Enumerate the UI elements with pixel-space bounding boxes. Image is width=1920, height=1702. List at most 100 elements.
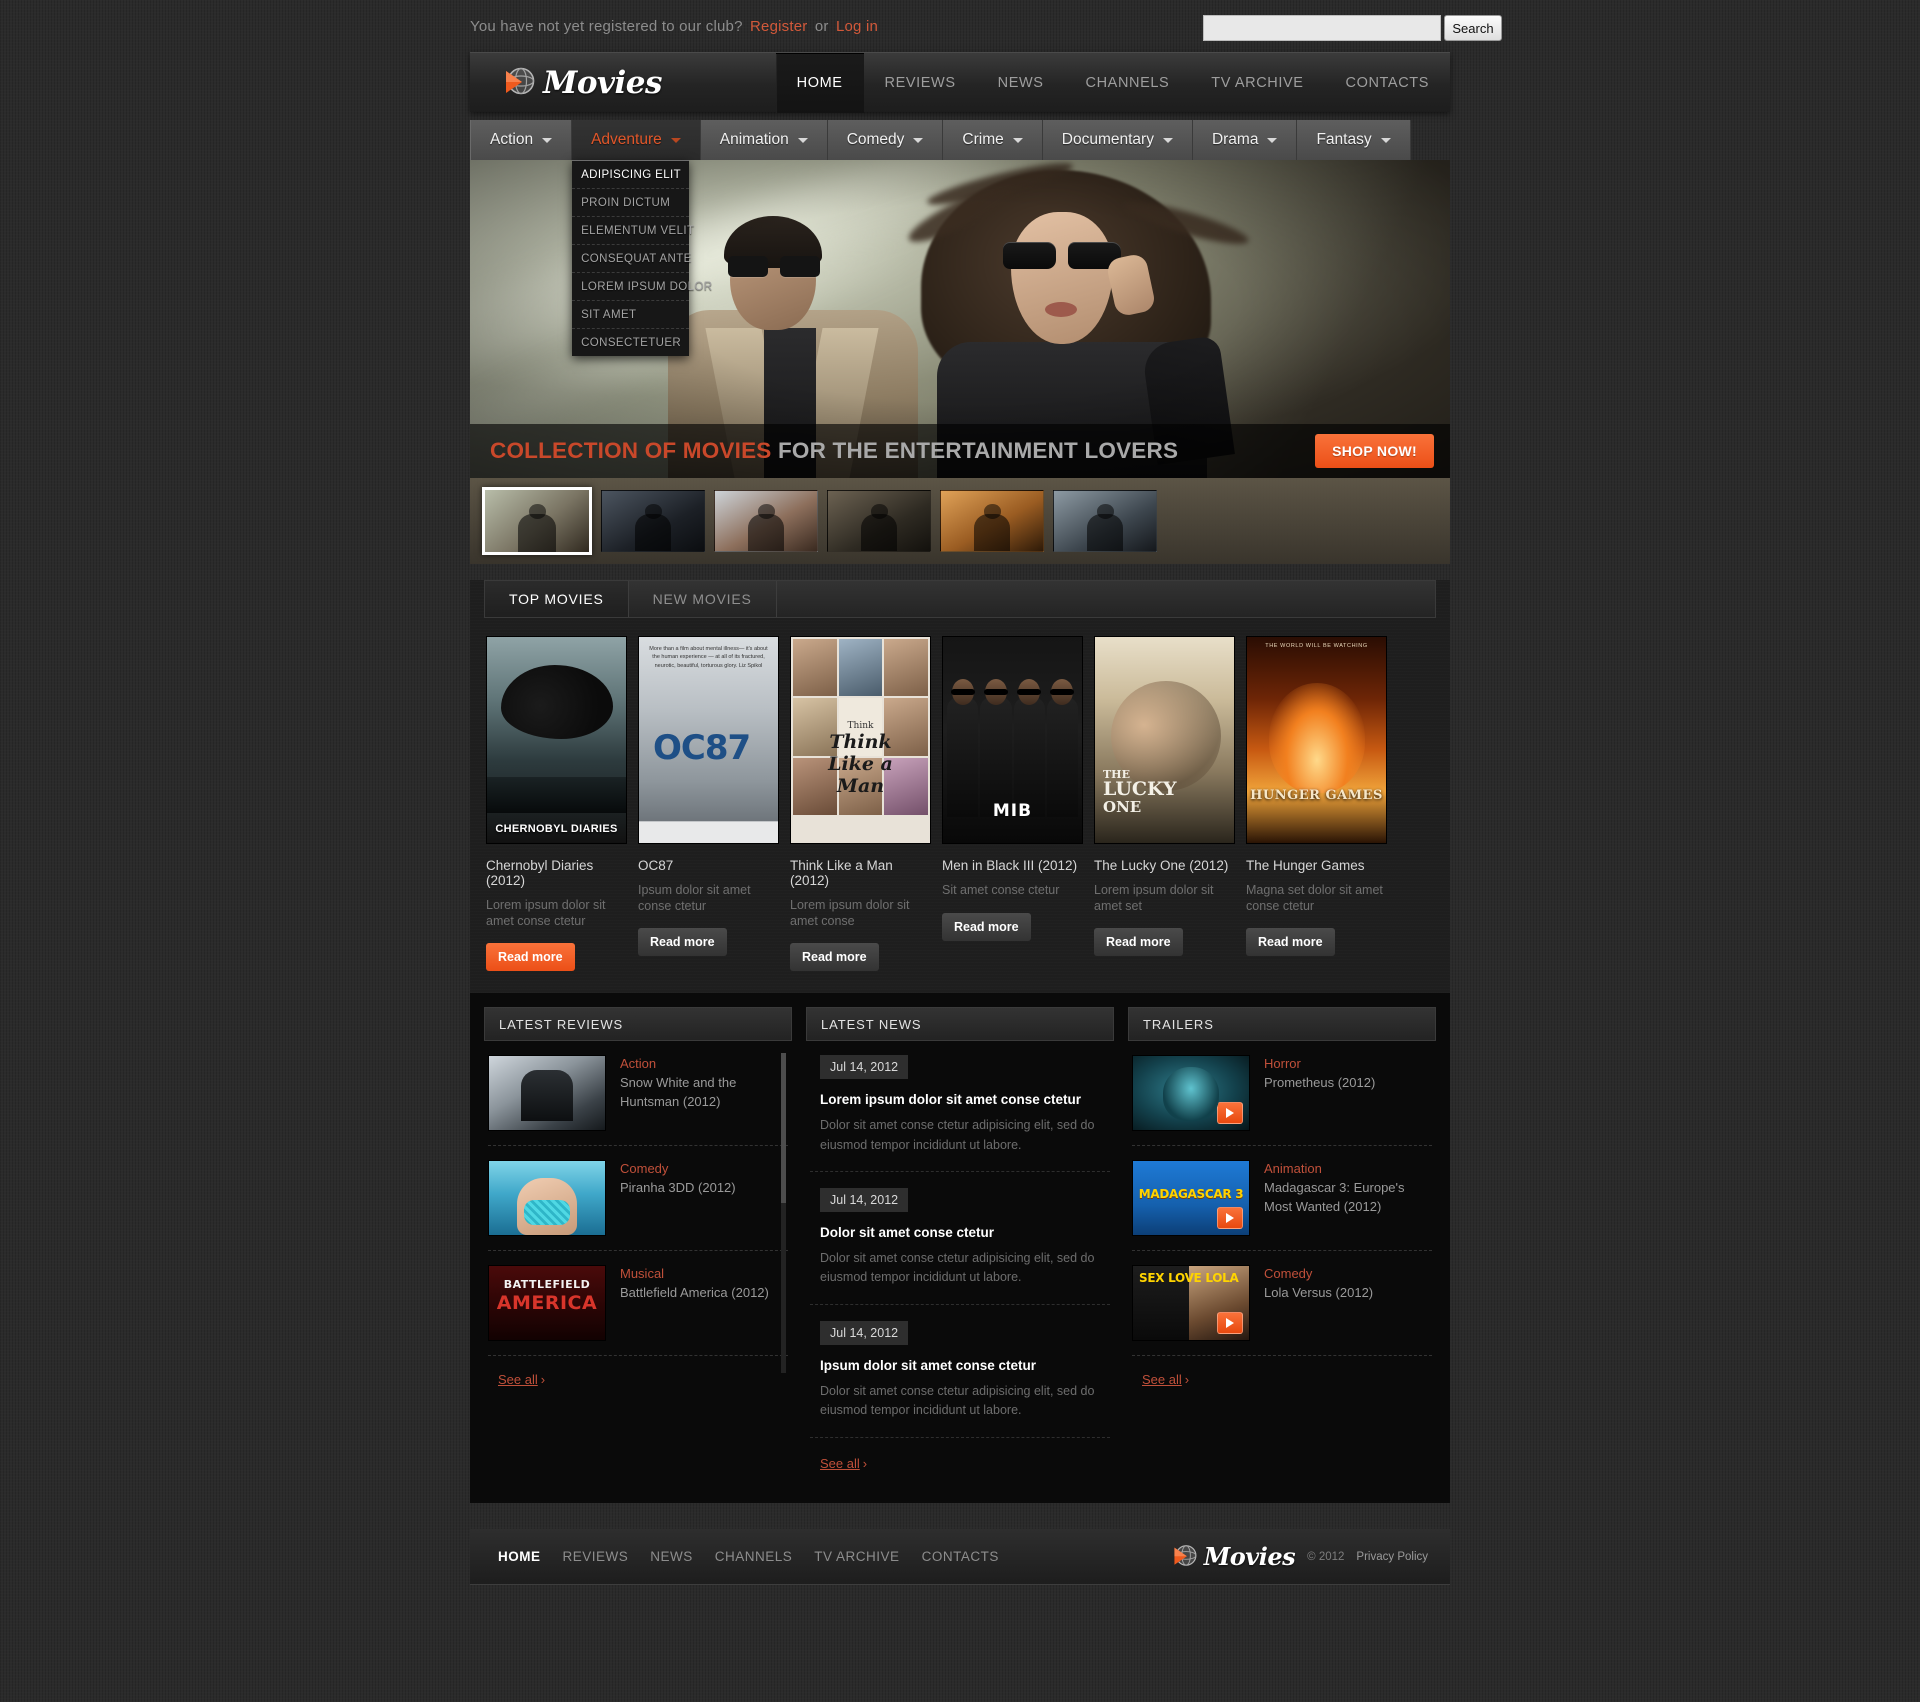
review-thumbnail[interactable]: BATTLEFIELD AMERICA [488,1265,606,1342]
dropdown-item-3[interactable]: CONSEQUAT ANTE [572,245,691,273]
review-meta: Action Snow White and the Huntsman (2012… [620,1055,788,1131]
read-more-button[interactable]: Read more [1094,928,1183,957]
nav-item-tv-archive[interactable]: TV ARCHIVE [1190,53,1324,113]
review-category[interactable]: Comedy [620,1160,736,1179]
review-category[interactable]: Musical [620,1265,769,1284]
genre-dropdown-adventure: ADIPISCING ELIT PROIN DICTUM ELEMENTUM V… [572,160,712,356]
privacy-policy-link[interactable]: Privacy Policy [1356,1551,1428,1563]
read-more-button[interactable]: Read more [638,928,727,957]
review-thumbnail[interactable] [488,1160,606,1237]
footer-nav-home[interactable]: HOME [498,1549,541,1564]
dropdown-item-5[interactable]: SIT AMET [572,301,690,329]
movie-poster[interactable]: More than a film about mental illness— i… [638,636,779,844]
dropdown-item-6[interactable]: CONSECTETUER [572,329,689,356]
login-link[interactable]: Log in [836,18,878,35]
genre-label: Animation [719,131,789,148]
register-link[interactable]: Register [750,18,807,35]
genre-tab-adventure[interactable]: Adventure ADIPISCING ELIT PROIN DICTUM E… [572,120,712,356]
nav-item-news[interactable]: NEWS [977,53,1065,113]
movie-card: More than a film about mental illness— i… [638,636,779,971]
dropdown-item-4[interactable]: LOREM IPSUM DOLOR [572,273,712,301]
footer-nav-channels[interactable]: CHANNELS [715,1549,793,1564]
movie-poster[interactable]: Think Think Like a Man [790,636,931,844]
nav-item-channels[interactable]: CHANNELS [1065,53,1191,113]
trailer-poster-caption: MADAGASCAR 3 [1138,1187,1244,1202]
reviews-see-all-link[interactable]: See all › [498,1372,545,1387]
movie-poster[interactable]: THE WORLD WILL BE WATCHING HUNGER GAMES [1246,636,1387,844]
footer-logo[interactable]: Movies [1168,1542,1296,1571]
genre-tab-comedy[interactable]: Comedy [827,120,944,160]
read-more-button[interactable]: Read more [1246,928,1335,957]
trailer-thumbnail[interactable] [1132,1055,1250,1132]
movie-card: CHERNOBYL DIARIES Chernobyl Diaries (201… [486,636,627,972]
read-more-button[interactable]: Read more [942,912,1031,941]
genre-tab-crime[interactable]: Crime [943,120,1043,160]
movie-title: Men in Black III (2012) [942,858,1078,873]
play-icon[interactable] [1217,1102,1243,1125]
news-title[interactable]: Dolor sit amet conse ctetur [820,1225,1100,1240]
review-title[interactable]: Snow White and the Huntsman (2012) [620,1074,788,1112]
movie-poster[interactable]: MIB [942,636,1083,844]
trailer-category[interactable]: Comedy [1264,1265,1373,1284]
footer-navigation: HOME REVIEWS NEWS CHANNELS TV ARCHIVE CO… [498,1549,999,1564]
play-icon[interactable] [1217,1312,1243,1335]
footer-nav-tv-archive[interactable]: TV ARCHIVE [814,1549,899,1564]
search-button[interactable]: Search [1444,15,1502,41]
nav-item-reviews[interactable]: REVIEWS [864,53,977,113]
nav-item-contacts[interactable]: CONTACTS [1325,53,1450,113]
hero-thumb-3[interactable] [714,490,818,552]
review-thumbnail[interactable] [488,1055,606,1132]
movie-description: Ipsum dolor sit amet conse ctetur [638,883,751,913]
hero-thumb-5[interactable] [940,490,1044,552]
genre-tab-fantasy[interactable]: Fantasy [1297,120,1411,160]
genre-tab-documentary[interactable]: Documentary [1042,120,1193,160]
reviews-scrollbar[interactable] [781,1053,786,1374]
play-icon[interactable] [1217,1207,1243,1230]
trailer-thumbnail[interactable]: MADAGASCAR 3 [1132,1160,1250,1237]
hero-thumb-2[interactable] [601,490,705,552]
tab-new-movies[interactable]: NEW MOVIES [629,581,777,617]
movie-poster[interactable]: CHERNOBYL DIARIES [486,636,627,844]
footer-nav-news[interactable]: NEWS [650,1549,693,1564]
movie-card: THE WORLD WILL BE WATCHING HUNGER GAMES … [1246,636,1387,971]
read-more-button[interactable]: Read more [486,943,575,972]
movie-poster[interactable]: THE LUCKY ONE THE LUCKY ONE [1094,636,1235,844]
genre-navigation: Action Adventure ADIPISCING ELIT PROIN D… [470,120,1450,356]
footer-nav-contacts[interactable]: CONTACTS [922,1549,999,1564]
read-more-button[interactable]: Read more [790,943,879,972]
logo[interactable]: Movies [498,65,662,101]
genre-tab-drama[interactable]: Drama [1192,120,1298,160]
news-see-all-link[interactable]: See all › [820,1456,867,1471]
site-header: Movies HOME REVIEWS NEWS CHANNELS TV ARC… [470,52,1450,113]
hero-thumb-6[interactable] [1053,490,1157,552]
search-form: Search [1203,15,1502,41]
news-title[interactable]: Ipsum dolor sit amet conse ctetur [820,1358,1100,1373]
hero-thumb-4[interactable] [827,490,931,552]
trailer-title[interactable]: Madagascar 3: Europe's Most Wanted (2012… [1264,1179,1432,1217]
search-input[interactable] [1203,15,1441,41]
chevron-down-icon [913,137,924,143]
trailer-category[interactable]: Horror [1264,1055,1375,1074]
hero-thumb-1[interactable] [482,487,592,555]
review-category[interactable]: Action [620,1055,788,1074]
news-title[interactable]: Lorem ipsum dolor sit amet conse ctetur [820,1092,1100,1107]
nav-item-home[interactable]: HOME [775,52,864,113]
dropdown-item-2[interactable]: ELEMENTUM VELIT [572,217,694,245]
genre-tab-animation[interactable]: Animation [700,120,828,160]
shop-now-button[interactable]: SHOP NOW! [1315,434,1434,468]
footer-nav-reviews[interactable]: REVIEWS [563,1549,629,1564]
trailer-title[interactable]: Lola Versus (2012) [1264,1284,1373,1303]
dropdown-item-1[interactable]: PROIN DICTUM [572,189,690,217]
trailer-thumbnail[interactable]: SEX LOVE LOLA [1132,1265,1250,1342]
trailer-title[interactable]: Prometheus (2012) [1264,1074,1375,1093]
review-title[interactable]: Piranha 3DD (2012) [620,1179,736,1198]
main-navigation: HOME REVIEWS NEWS CHANNELS TV ARCHIVE CO… [775,52,1450,113]
review-title[interactable]: Battlefield America (2012) [620,1284,769,1303]
poster-caption: OC87 [653,728,751,768]
dropdown-item-0[interactable]: ADIPISCING ELIT [572,160,690,189]
trailers-see-all-link[interactable]: See all › [1142,1372,1189,1387]
trailer-category[interactable]: Animation [1264,1160,1432,1179]
tab-top-movies[interactable]: TOP MOVIES [485,581,629,617]
genre-tab-action[interactable]: Action [470,120,573,160]
trailers-heading: TRAILERS [1128,1007,1436,1042]
